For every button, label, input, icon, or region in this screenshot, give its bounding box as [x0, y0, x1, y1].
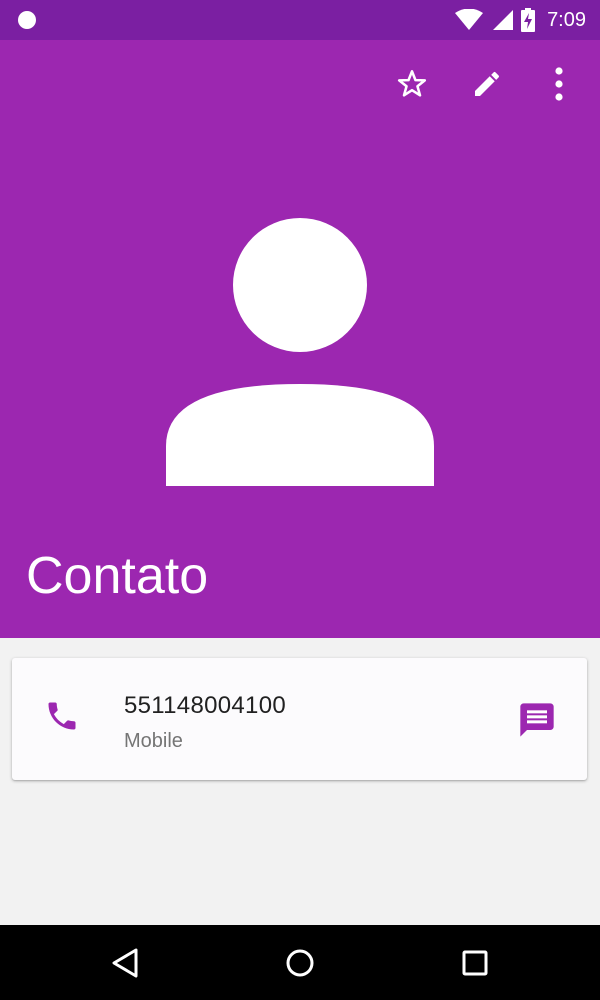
navigation-bar — [0, 925, 600, 1000]
contact-header: Contato — [0, 40, 600, 638]
status-bar: 7:09 — [0, 0, 600, 40]
notification-dot-icon — [18, 11, 36, 29]
phone-number: 551148004100 — [124, 692, 286, 719]
message-icon[interactable] — [517, 700, 557, 740]
status-time: 7:09 — [547, 8, 586, 31]
status-icons: 7:09 — [455, 0, 586, 40]
wifi-icon — [455, 9, 484, 30]
star-icon[interactable] — [392, 64, 432, 104]
battery-charging-icon — [521, 8, 536, 32]
home-icon[interactable] — [280, 943, 320, 983]
back-icon[interactable] — [105, 943, 145, 983]
more-vert-icon[interactable] — [539, 64, 579, 104]
person-placeholder-icon — [166, 218, 434, 486]
edit-icon[interactable] — [467, 64, 507, 104]
signal-icon — [493, 10, 514, 30]
phone-icon — [48, 702, 76, 730]
recents-icon[interactable] — [455, 943, 495, 983]
contact-detail-screen: 7:09 Contato 551148004100 Mobile — [0, 0, 600, 1000]
phone-entry-card[interactable]: 551148004100 Mobile — [12, 658, 587, 780]
contact-name: Contato — [26, 547, 209, 605]
phone-type-label: Mobile — [124, 730, 183, 752]
